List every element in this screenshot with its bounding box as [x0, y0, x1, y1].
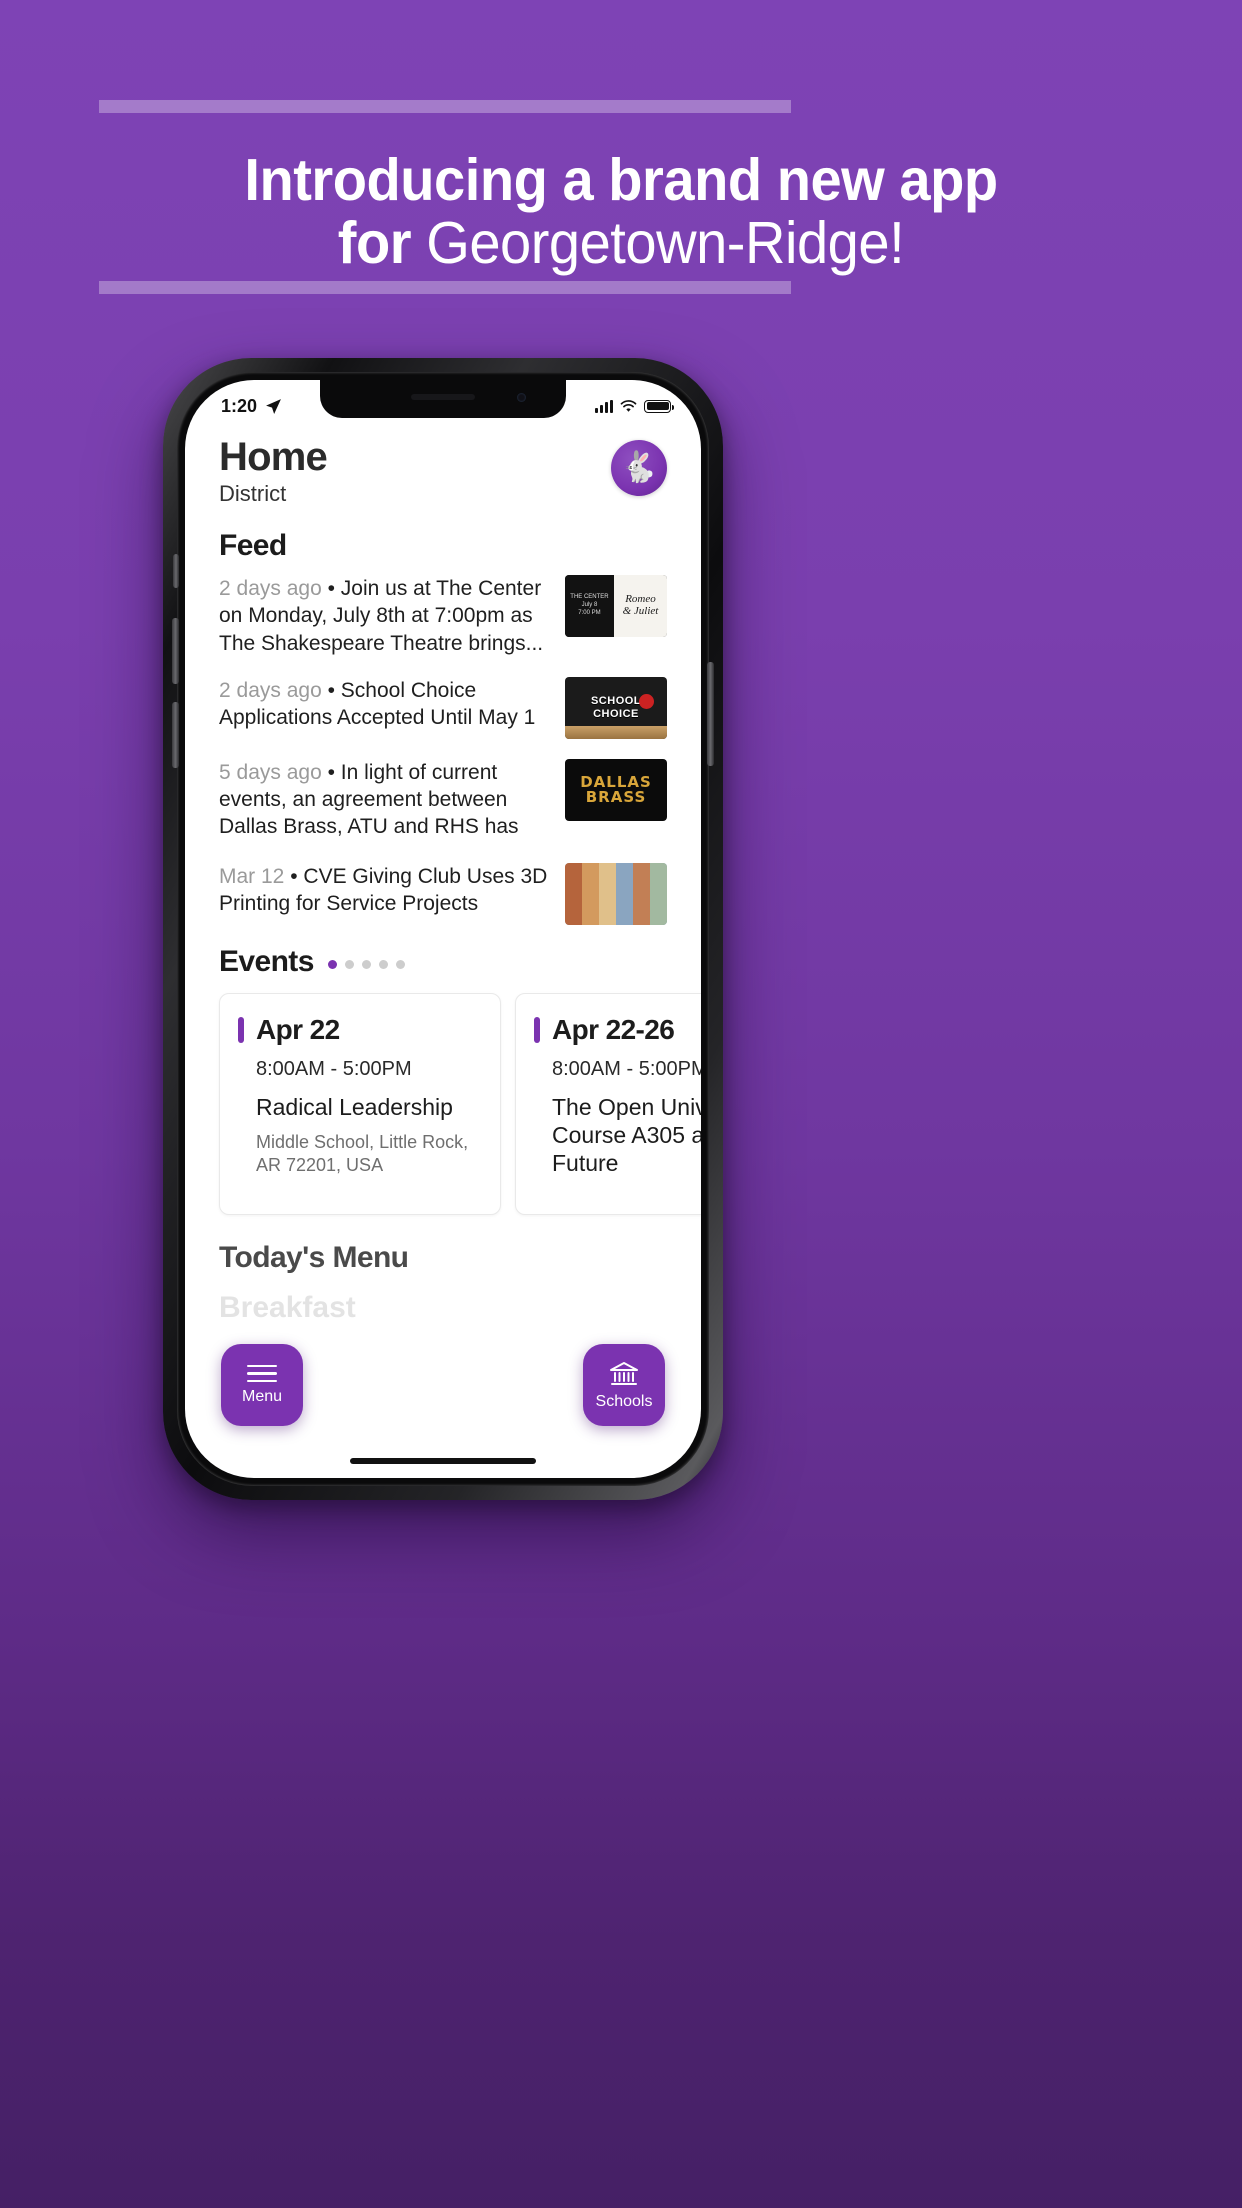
feed-item-text: Mar 12 • CVE Giving Club Uses 3D Printin…	[219, 863, 551, 918]
event-card[interactable]: Apr 22 8:00AM - 5:00PM Radical Leadershi…	[219, 992, 501, 1215]
phone-mockup: 1:20 Home District 🐇 Feed 2 days ago • J…	[163, 358, 723, 1500]
location-arrow-icon	[266, 398, 281, 414]
event-date: Apr 22-26	[552, 1013, 675, 1045]
list-item[interactable]: 2 days ago • Join us at The Center on Mo…	[219, 575, 667, 657]
feed-item-age: 5 days ago	[219, 760, 322, 784]
apple-icon	[639, 693, 654, 709]
volume-up-button[interactable]	[172, 618, 179, 684]
feed-item-age: Mar 12	[219, 864, 285, 888]
page-title: Home	[219, 435, 328, 479]
event-accent-bar	[534, 1016, 540, 1043]
list-item[interactable]: 5 days ago • In light of current events,…	[219, 758, 667, 843]
feed-item-text: 5 days ago • In light of current events,…	[219, 759, 551, 843]
event-name: Radical Leadership	[256, 1093, 453, 1120]
status-bar-left: 1:20	[221, 396, 282, 417]
page-subtitle: District	[219, 481, 287, 506]
header-titles: Home District	[219, 435, 328, 507]
headline-rule-top	[99, 100, 791, 113]
dallas-brass-thumb-label: DALLAS BRASS	[580, 772, 652, 806]
feed-item-thumbnail: DALLAS BRASS	[565, 758, 667, 821]
feed-item-separator: •	[327, 678, 335, 702]
feed-item-text: 2 days ago • School Choice Applications …	[219, 677, 551, 732]
event-name: The Open University's Course A305 and th…	[552, 1093, 701, 1176]
poster-headline: Introducing a brand new app for Georgeto…	[0, 147, 1242, 275]
feed-item-separator: •	[327, 577, 335, 600]
event-location: Middle School, Little Rock, AR 72201, US…	[256, 1131, 469, 1175]
cellular-signal-icon	[595, 399, 613, 413]
events-header: Events	[185, 945, 701, 979]
event-time: 8:00AM - 5:00PM	[552, 1057, 701, 1080]
event-date-row: Apr 22-26	[534, 1014, 701, 1046]
avatar[interactable]: 🐇	[611, 440, 667, 496]
headline-rule-bottom	[99, 281, 791, 294]
app-content: Home District 🐇 Feed 2 days ago • Join u…	[185, 380, 701, 1478]
status-bar-right	[595, 399, 674, 413]
headline-for: for	[337, 210, 427, 277]
pager-dot-1[interactable]	[327, 960, 337, 970]
headline-district-name: Georgetown-Ridge!	[426, 210, 905, 277]
event-accent-bar	[238, 1016, 244, 1043]
battery-icon	[644, 399, 674, 413]
desk-shape	[565, 725, 667, 739]
school-building-icon	[610, 1361, 638, 1385]
feed-item-age: 2 days ago	[219, 577, 322, 600]
menu-button[interactable]: Menu	[221, 1344, 303, 1426]
feed-item-thumbnail: THE CENTER July 8 7:00 PM Romeo & Juliet	[565, 575, 667, 637]
pager-dot-5[interactable]	[395, 960, 405, 970]
feed-item-thumbnail: SCHOOL CHOICE	[565, 676, 667, 739]
school-mascot-avatar-icon: 🐇	[620, 451, 658, 484]
todays-menu-meal: Breakfast	[219, 1290, 356, 1324]
schools-button-label: Schools	[595, 1392, 653, 1410]
pager-dot-2[interactable]	[344, 960, 354, 970]
headline-line-2: for Georgetown-Ridge!	[31, 213, 1211, 274]
ticket-thumb-right: Romeo & Juliet	[613, 575, 667, 637]
wifi-icon	[620, 399, 637, 412]
event-date: Apr 22	[256, 1013, 340, 1045]
feed-item-separator: •	[327, 760, 335, 784]
display-notch	[320, 380, 566, 418]
pager-dot-3[interactable]	[361, 960, 371, 970]
feed-item-age: 2 days ago	[219, 678, 322, 702]
todays-menu-title: Today's Menu	[219, 1240, 409, 1274]
ticket-thumb-left: THE CENTER July 8 7:00 PM	[565, 575, 614, 637]
event-card[interactable]: Apr 22-26 8:00AM - 5:00PM The Open Unive…	[515, 992, 701, 1215]
feed-item-thumbnail	[565, 862, 667, 925]
feed-section-title: Feed	[219, 529, 287, 562]
home-indicator[interactable]	[350, 1458, 536, 1464]
hamburger-menu-icon	[247, 1364, 277, 1383]
phone-screen: 1:20 Home District 🐇 Feed 2 days ago • J…	[185, 380, 701, 1478]
status-time: 1:20	[221, 395, 258, 416]
events-pager[interactable]	[327, 954, 405, 970]
poster-background: Introducing a brand new app for Georgeto…	[0, 0, 1242, 2208]
bottom-nav: Menu Schools	[185, 1344, 701, 1426]
phone-bezel: 1:20 Home District 🐇 Feed 2 days ago • J…	[172, 372, 714, 1486]
headline-line-1: Introducing a brand new app	[244, 147, 998, 213]
school-choice-thumb-label: SCHOOL CHOICE	[590, 695, 642, 720]
front-camera	[517, 393, 526, 402]
app-header: Home District 🐇	[185, 436, 701, 507]
pager-dot-4[interactable]	[378, 960, 388, 970]
power-button[interactable]	[707, 662, 714, 766]
feed-item-separator: •	[290, 864, 298, 888]
event-date-row: Apr 22	[238, 1014, 482, 1046]
events-section-title: Events	[219, 944, 314, 978]
schools-button[interactable]: Schools	[583, 1344, 665, 1426]
volume-down-button[interactable]	[172, 702, 179, 768]
menu-button-label: Menu	[241, 1388, 283, 1406]
list-item[interactable]: Mar 12 • CVE Giving Club Uses 3D Printin…	[219, 862, 667, 925]
feed-item-text: 2 days ago • Join us at The Center on Mo…	[219, 575, 551, 657]
events-carousel[interactable]: Apr 22 8:00AM - 5:00PM Radical Leadershi…	[185, 992, 701, 1215]
silent-switch[interactable]	[173, 554, 179, 588]
earpiece-speaker	[411, 394, 475, 400]
event-time: 8:00AM - 5:00PM	[256, 1057, 412, 1080]
feed-list: 2 days ago • Join us at The Center on Mo…	[185, 575, 701, 925]
list-item[interactable]: 2 days ago • School Choice Applications …	[219, 676, 667, 739]
